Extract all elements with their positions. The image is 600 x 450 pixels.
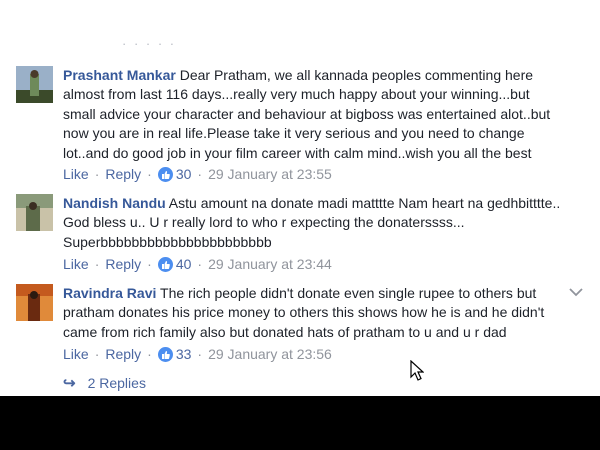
separator-dot: · — [147, 256, 152, 272]
comment-timestamp[interactable]: 29 January at 23:56 — [208, 346, 332, 362]
comment-author[interactable]: Nandish Nandu — [63, 195, 166, 211]
thumbs-up-icon — [157, 166, 173, 182]
comment-timestamp[interactable]: 29 January at 23:55 — [208, 166, 332, 182]
comment-body: Ravindra Ravi The rich people didn't don… — [63, 284, 563, 342]
reply-link[interactable]: Reply — [105, 256, 141, 272]
comment-body: Nandish Nandu Astu amount na donate madi… — [63, 194, 563, 252]
like-link[interactable]: Like — [63, 256, 89, 272]
like-link[interactable]: Like — [63, 166, 89, 182]
reply-link[interactable]: Reply — [105, 166, 141, 182]
likes-count[interactable]: 30 — [176, 166, 192, 182]
comment-timestamp[interactable]: 29 January at 23:44 — [208, 256, 332, 272]
separator-dot: · — [94, 346, 100, 362]
comment-body: Prashant Mankar Dear Pratham, we all kan… — [63, 66, 563, 163]
comment-author[interactable]: Ravindra Ravi — [63, 285, 156, 301]
letterbox-bar — [0, 396, 600, 450]
avatar[interactable] — [16, 66, 53, 103]
separator-dot: · — [147, 166, 152, 182]
separator-dot: · — [197, 256, 203, 272]
thumbs-up-icon — [157, 346, 173, 362]
avatar[interactable] — [16, 194, 53, 231]
separator-dot: · — [197, 166, 203, 182]
separator-dot: · — [197, 346, 203, 362]
comment-actions: Like · Reply · 30 · 29 January at 23:55 — [63, 166, 332, 182]
likes-count[interactable]: 40 — [176, 256, 192, 272]
likes-count[interactable]: 33 — [176, 346, 192, 362]
reply-arrow-icon: ↪ — [63, 375, 76, 392]
reply-link[interactable]: Reply — [105, 346, 141, 362]
chevron-down-icon[interactable] — [568, 286, 584, 298]
like-link[interactable]: Like — [63, 346, 89, 362]
replies-count-label[interactable]: 2 Replies — [88, 375, 146, 391]
thumbs-up-icon — [157, 256, 173, 272]
comment-actions: Like · Reply · 33 · 29 January at 23:56 — [63, 346, 332, 362]
mouse-cursor-icon — [410, 360, 424, 381]
comment-author[interactable]: Prashant Mankar — [63, 67, 176, 83]
view-replies-link[interactable]: ↪ 2 Replies — [63, 374, 146, 392]
separator-dot: · — [147, 346, 152, 362]
comments-panel: · · · · · Prashant Mankar Dear Pratham, … — [0, 0, 600, 396]
avatar[interactable] — [16, 284, 53, 321]
separator-dot: · — [94, 166, 100, 182]
comment-actions: Like · Reply · 40 · 29 January at 23:44 — [63, 256, 332, 272]
cutoff-previous-content: · · · · · — [122, 36, 177, 51]
separator-dot: · — [94, 256, 100, 272]
